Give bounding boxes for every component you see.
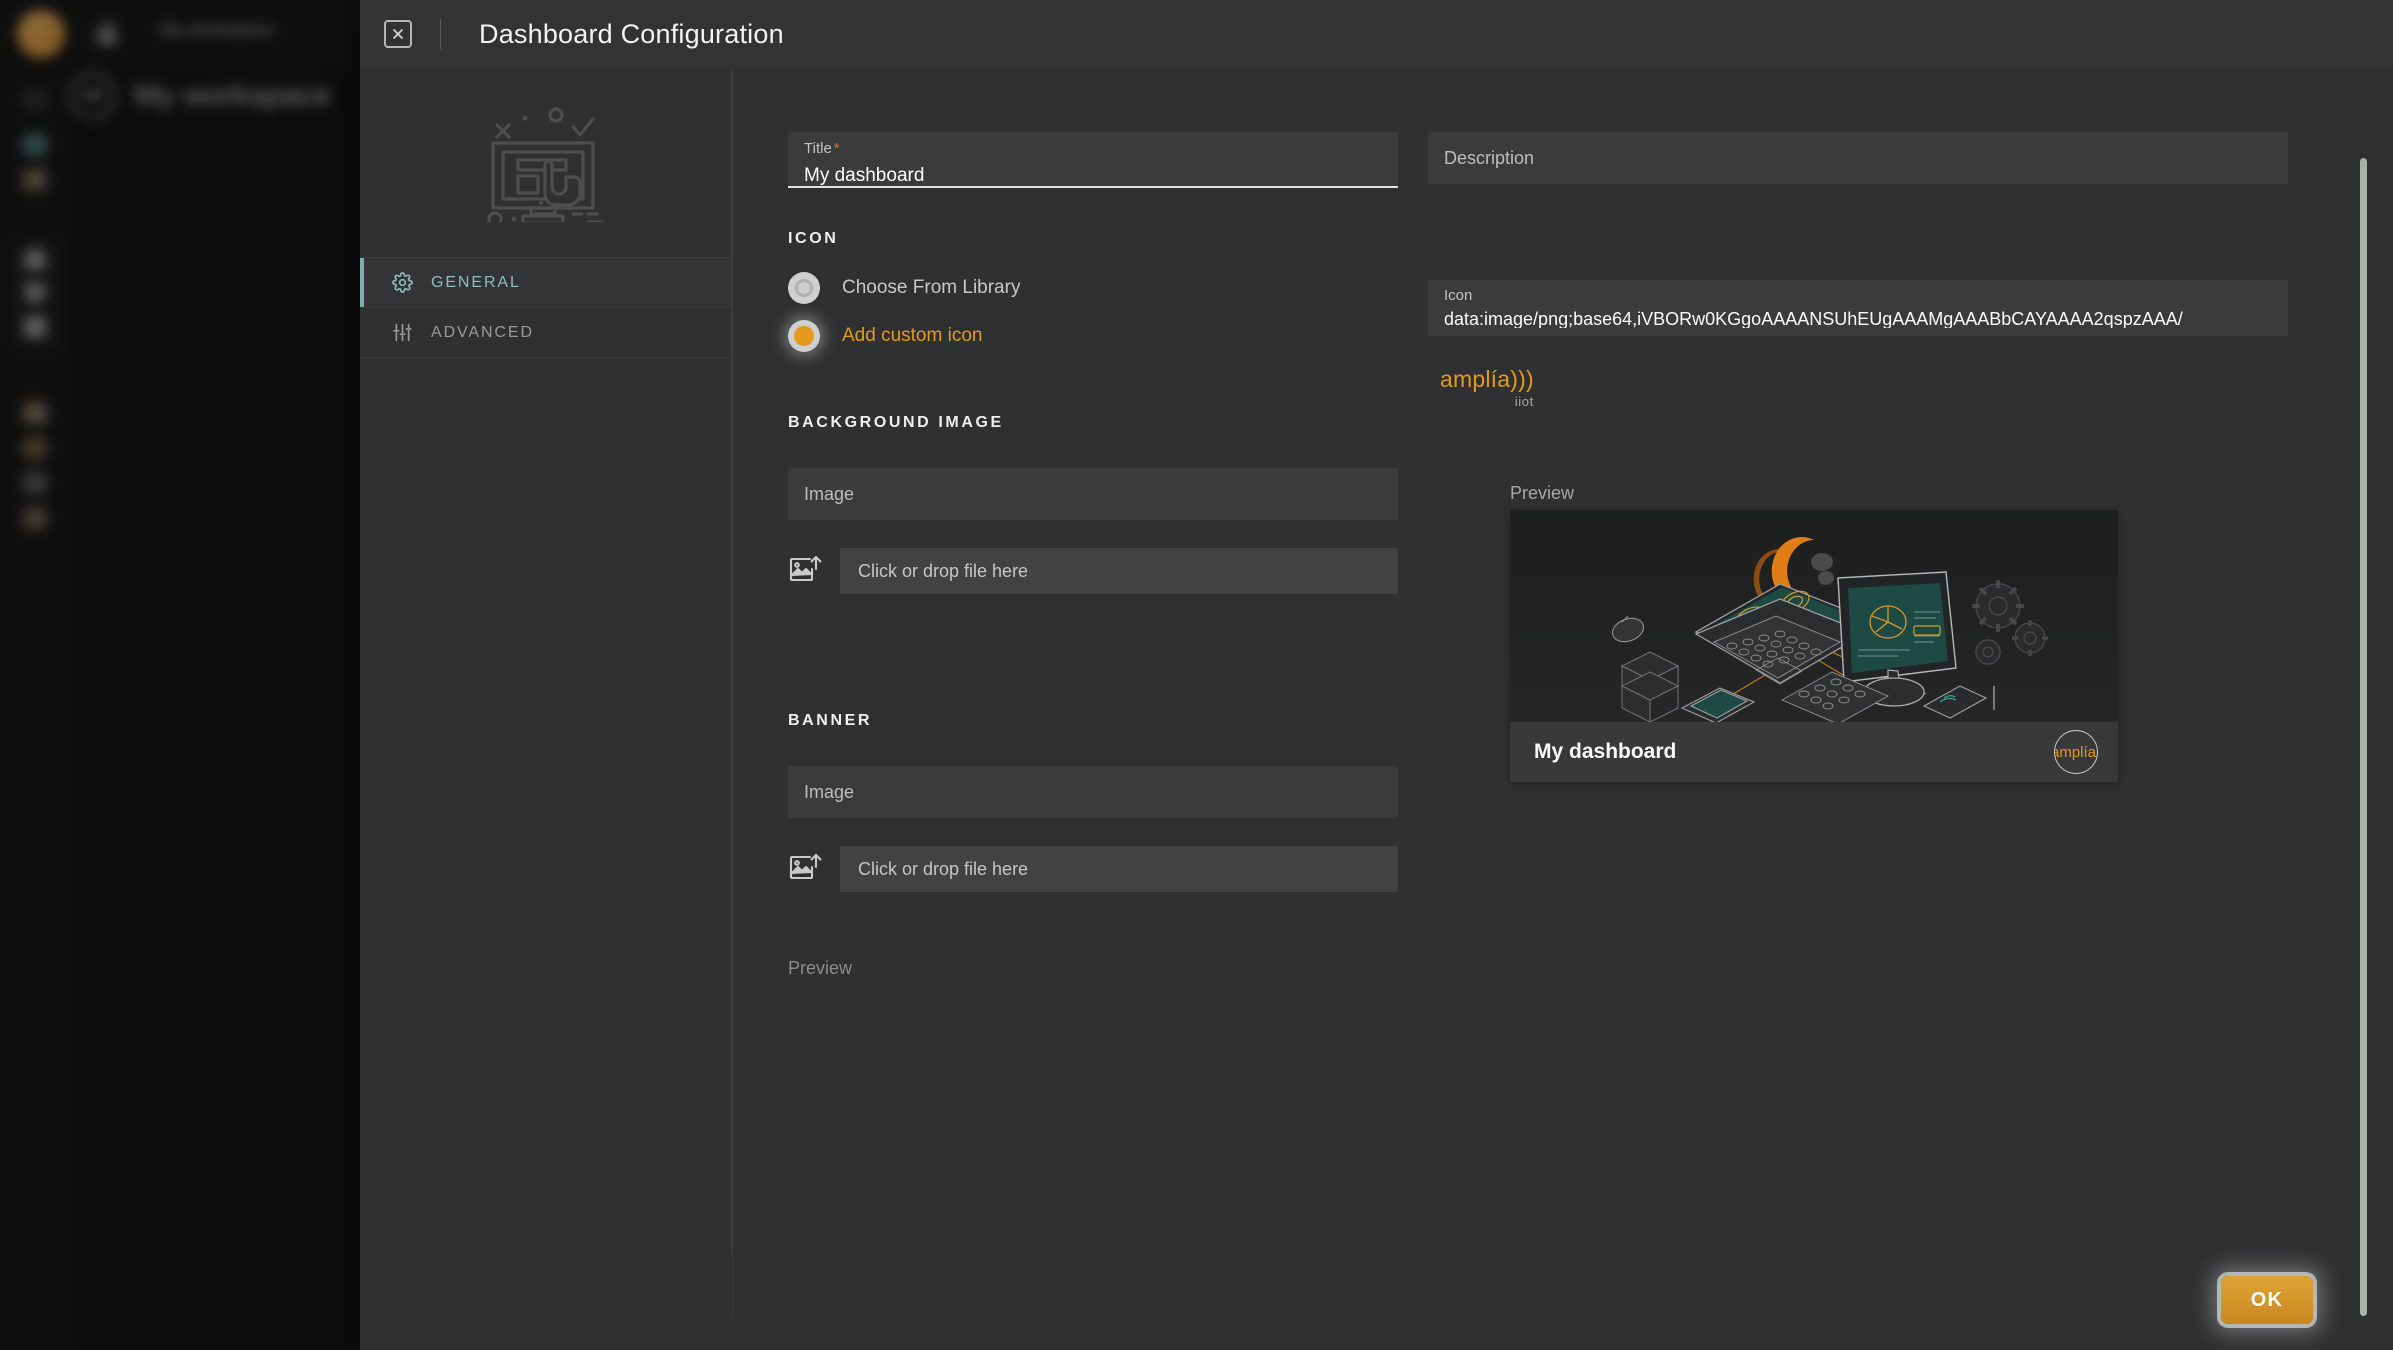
banner-dropzone-label: Click or drop file here	[858, 858, 1029, 879]
form-left-column: Title * My dashboard ICON Choose From Lib…	[788, 132, 1398, 979]
dialog-body: GENERAL ADVANCED Title * My dashboard IC…	[360, 68, 2393, 1318]
banner-section-heading: BANNER	[788, 712, 873, 729]
banner-preview-label: Preview	[788, 958, 853, 978]
amplia-logo: amplía))) iiot	[1440, 366, 1534, 409]
preview-card-footer: My dashboard amplía)	[1510, 722, 2118, 782]
dashboard-preview-card: My dashboard amplía)	[1510, 510, 2118, 782]
dialog-header: Dashboard Configuration	[360, 0, 2393, 68]
description-field[interactable]: Description	[1428, 132, 2288, 184]
image-upload-icon	[788, 853, 822, 885]
banner-image-field[interactable]: Image	[788, 766, 1398, 818]
tab-advanced-label: ADVANCED	[431, 323, 534, 341]
radio-add-custom-icon[interactable]: Add custom icon	[788, 320, 1398, 352]
isometric-iot-workstation-illustration	[1510, 510, 2118, 722]
ok-button[interactable]: OK	[2221, 1276, 2313, 1324]
dashboard-monitor-illustration	[360, 68, 731, 258]
background-image-dropzone-label: Click or drop file here	[858, 560, 1029, 581]
required-marker: *	[833, 140, 840, 157]
radio-add-custom-icon-label: Add custom icon	[842, 325, 983, 346]
banner-image-field-placeholder: Image	[804, 781, 855, 802]
background-image-field[interactable]: Image	[788, 468, 1398, 520]
icon-data-field[interactable]: Icon data:image/png;base64,iVBORw0KGgoAA…	[1428, 280, 2288, 336]
screen-root: My workspace My workspace Dashboard Conf…	[0, 0, 2393, 1350]
amplia-logo-sub: iiot	[1514, 394, 1534, 409]
radio-indicator-selected	[788, 320, 820, 352]
form-right-column: Description Icon data:image/png;base64,i…	[1428, 132, 2288, 979]
background-image-field-placeholder: Image	[804, 483, 855, 504]
background-image-dropzone[interactable]: Click or drop file here	[840, 548, 1398, 594]
general-settings-form: Title * My dashboard ICON Choose From Lib…	[732, 68, 2393, 1250]
close-icon[interactable]	[384, 20, 412, 48]
icon-data-field-label: Icon	[1444, 287, 1473, 304]
preview-card-badge: amplía)	[2054, 730, 2098, 774]
tab-general-label: GENERAL	[431, 273, 521, 291]
sliders-icon	[393, 323, 412, 342]
radio-choose-from-library-label: Choose From Library	[842, 277, 1021, 298]
header-divider	[440, 19, 441, 49]
dialog-footer: OK	[360, 1250, 2393, 1350]
page-title: Dashboard Configuration	[479, 18, 784, 49]
amplia-logo-word: amplía)))	[1440, 366, 1534, 392]
title-field-value: My dashboard	[804, 166, 925, 185]
preview-card-title: My dashboard	[1534, 740, 1677, 763]
dialog-sidebar: GENERAL ADVANCED	[360, 68, 732, 1250]
background-preview-label: Preview	[1510, 483, 1575, 503]
image-upload-icon	[788, 555, 822, 587]
background-image-section-heading: BACKGROUND IMAGE	[788, 414, 1004, 431]
banner-dropzone[interactable]: Click or drop file here	[840, 846, 1398, 892]
icon-section-heading: ICON	[788, 230, 839, 247]
tab-general[interactable]: GENERAL	[360, 258, 731, 308]
icon-data-field-value: data:image/png;base64,iVBORw0KGgoAAAANSU…	[1444, 310, 2183, 328]
banner-upload-row: Click or drop file here	[788, 846, 1398, 892]
radio-indicator	[788, 272, 820, 304]
title-field-label: Title *	[804, 140, 840, 157]
gear-icon	[392, 272, 413, 293]
tab-advanced[interactable]: ADVANCED	[360, 308, 731, 358]
radio-choose-from-library[interactable]: Choose From Library	[788, 272, 1398, 304]
description-field-placeholder: Description	[1444, 147, 1535, 168]
vertical-scrollbar[interactable]	[2360, 158, 2367, 1316]
preview-card-badge-text: amplía)	[2055, 743, 2097, 761]
background-image-upload-row: Click or drop file here	[788, 548, 1398, 594]
title-field[interactable]: Title * My dashboard	[788, 132, 1398, 188]
dashboard-configuration-dialog: Dashboard Configuration GENERAL ADVANCED…	[360, 0, 2393, 1350]
